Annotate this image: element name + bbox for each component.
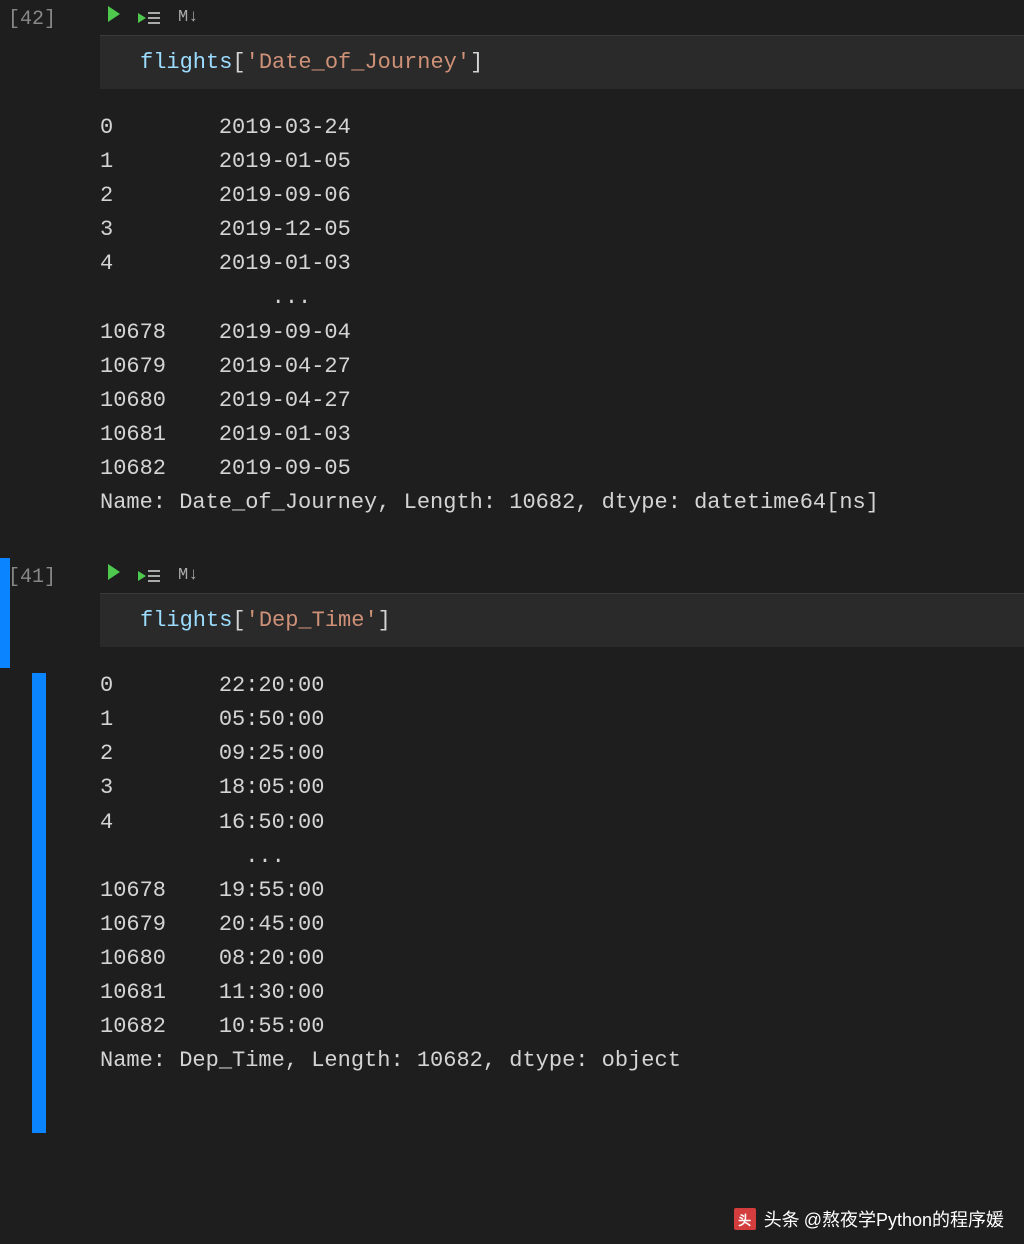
code-token-var: flights bbox=[140, 608, 232, 633]
run-by-line-icon[interactable] bbox=[138, 570, 160, 582]
code-token-bracket: ] bbox=[470, 50, 483, 75]
run-by-line-icon[interactable] bbox=[138, 12, 160, 24]
cell-gutter: [41] bbox=[0, 558, 100, 1086]
markdown-icon[interactable]: M↓ bbox=[178, 566, 198, 585]
cell-toolbar: M↓ bbox=[100, 558, 1024, 594]
watermark: 头 头条 @熬夜学Python的程序媛 bbox=[734, 1206, 1004, 1232]
code-input[interactable]: flights['Dep_Time'] bbox=[100, 594, 1024, 647]
code-token-bracket: [ bbox=[232, 50, 245, 75]
code-input[interactable]: flights['Date_of_Journey'] bbox=[100, 36, 1024, 89]
code-token-bracket: [ bbox=[232, 608, 245, 633]
watermark-prefix: 头条 bbox=[764, 1206, 800, 1232]
output-selection-marker bbox=[32, 673, 46, 1133]
run-cell-icon[interactable] bbox=[108, 564, 120, 587]
notebook-cell: [42] M↓ flights['Date_of_Journey'] 0 201… bbox=[0, 0, 1024, 528]
run-cell-icon[interactable] bbox=[108, 6, 120, 29]
cell-body: M↓ flights['Date_of_Journey'] 0 2019-03-… bbox=[100, 0, 1024, 528]
markdown-icon[interactable]: M↓ bbox=[178, 8, 198, 27]
cell-gutter: [42] bbox=[0, 0, 100, 528]
watermark-author: @熬夜学Python的程序媛 bbox=[804, 1206, 1004, 1232]
execution-count: [41] bbox=[8, 566, 56, 589]
cell-selection-marker bbox=[0, 558, 10, 668]
cell-body: M↓ flights['Dep_Time'] 0 22:20:00 1 05:5… bbox=[100, 558, 1024, 1086]
notebook-cell: [41] M↓ flights['Dep_Time'] 0 22:20:00 1… bbox=[0, 558, 1024, 1086]
execution-count: [42] bbox=[8, 8, 56, 31]
watermark-logo-icon: 头 bbox=[734, 1208, 756, 1230]
code-token-var: flights bbox=[140, 50, 232, 75]
code-token-string: 'Dep_Time' bbox=[246, 608, 378, 633]
cell-output: 0 22:20:00 1 05:50:00 2 09:25:00 3 18:05… bbox=[100, 647, 1024, 1086]
cell-output: 0 2019-03-24 1 2019-01-05 2 2019-09-06 3… bbox=[100, 89, 1024, 528]
code-token-bracket: ] bbox=[378, 608, 391, 633]
cell-toolbar: M↓ bbox=[100, 0, 1024, 36]
code-token-string: 'Date_of_Journey' bbox=[246, 50, 470, 75]
